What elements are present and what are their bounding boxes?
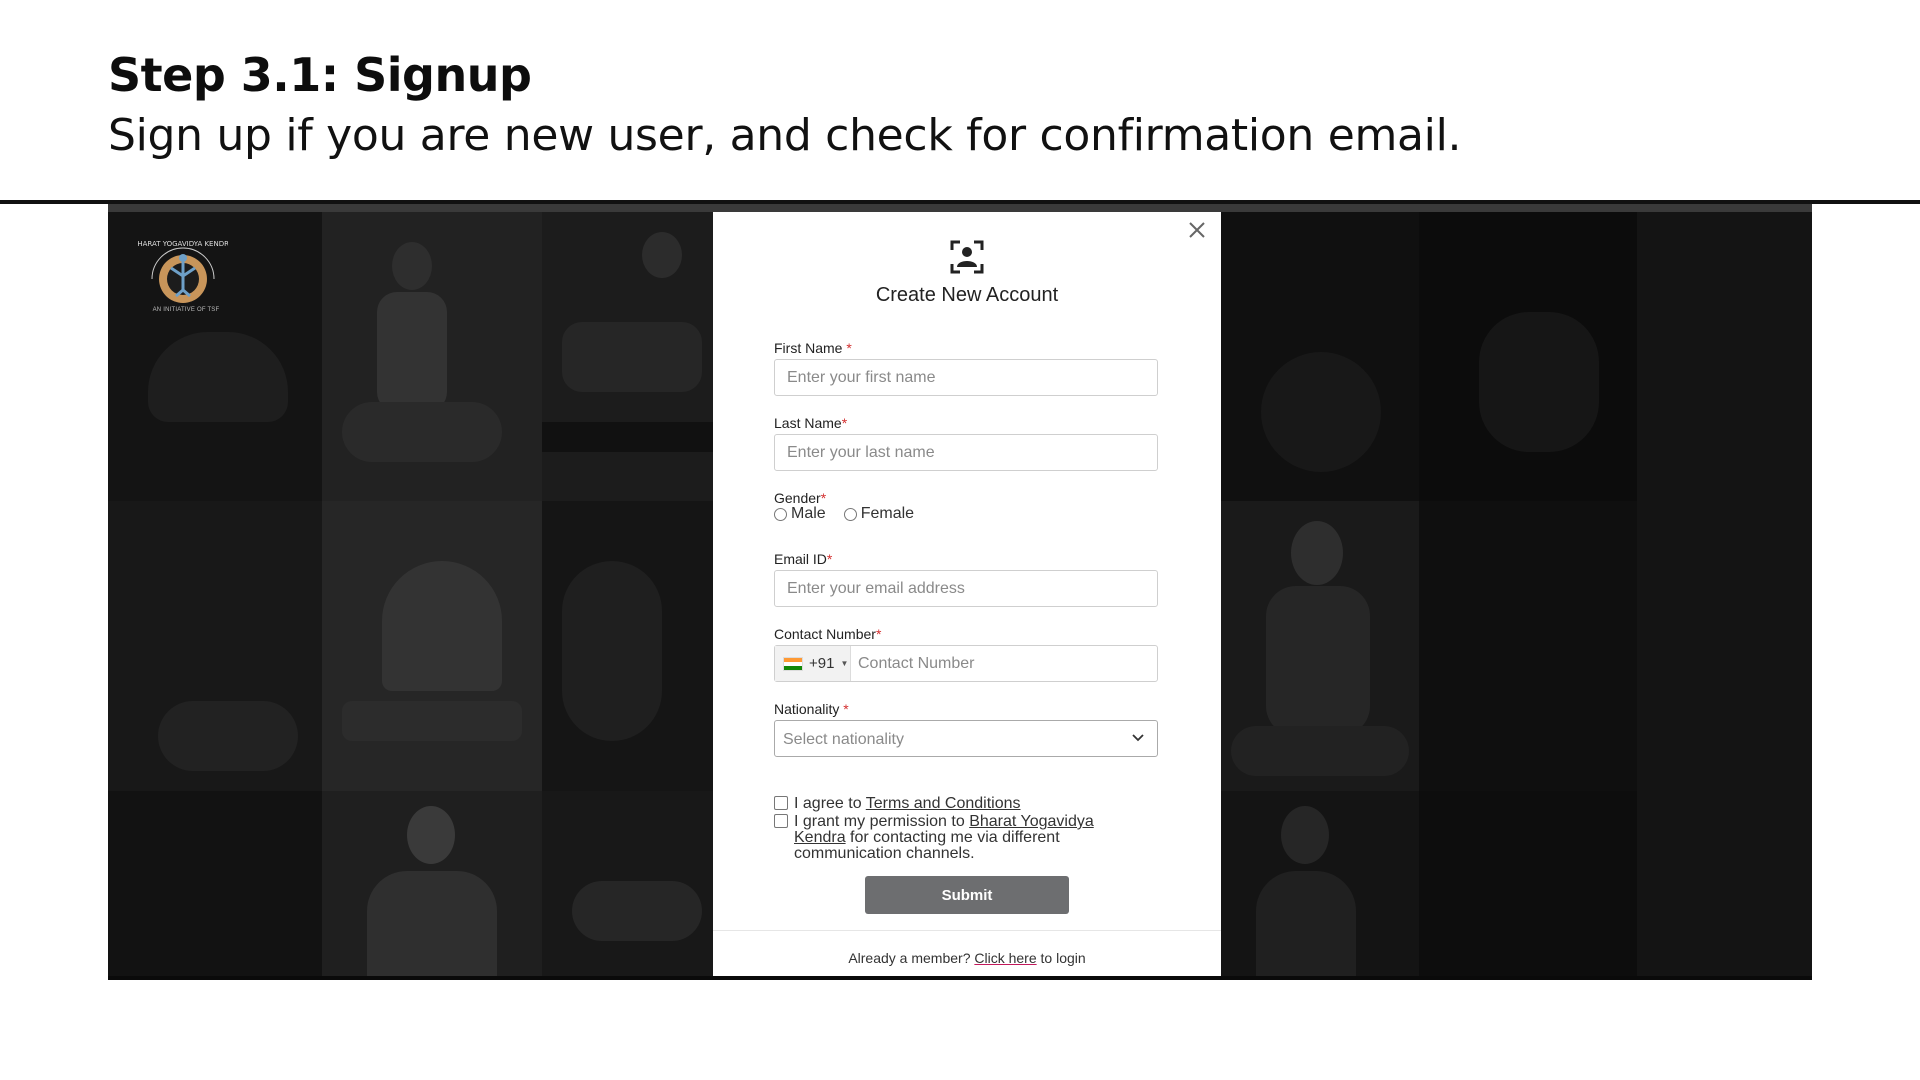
logo-text: BHARAT YOGAVIDYA KENDRA xyxy=(138,240,228,248)
nationality-select[interactable]: Select nationality xyxy=(774,720,1158,757)
female-radio[interactable] xyxy=(843,507,857,521)
background-photo-12 xyxy=(1221,501,1419,791)
male-radio[interactable] xyxy=(774,507,787,521)
background-photo-14 xyxy=(1221,791,1419,976)
permission-consent: I grant my permission to Bharat Yogavidy… xyxy=(774,814,1114,862)
background-photo-4 xyxy=(108,501,322,791)
terms-consent: I agree to Terms and Conditions xyxy=(774,796,1021,812)
caret-down-icon: ▼ xyxy=(840,659,849,668)
terms-checkbox[interactable] xyxy=(774,796,788,810)
country-code-selector[interactable]: +91 ▼ xyxy=(775,646,851,681)
background-photo-10 xyxy=(1221,212,1419,501)
last-name-field[interactable] xyxy=(774,434,1158,471)
first-name-input[interactable] xyxy=(775,360,1157,395)
email-label: Email ID* xyxy=(774,551,833,567)
background-photo-9 xyxy=(542,791,713,976)
contact-number-input[interactable] xyxy=(851,646,1157,681)
chevron-down-icon xyxy=(1132,734,1144,742)
contact-field: +91 ▼ xyxy=(774,645,1158,682)
background-photo-2 xyxy=(322,212,542,501)
last-name-input[interactable] xyxy=(775,435,1157,470)
last-name-label: Last Name* xyxy=(774,415,848,431)
background-photo-3 xyxy=(542,212,713,501)
first-name-label: First Name * xyxy=(774,340,852,356)
slide-subtitle: Sign up if you are new user, and check f… xyxy=(108,110,1462,161)
background-photo-6 xyxy=(542,501,713,791)
permission-checkbox[interactable] xyxy=(774,814,788,828)
login-link[interactable]: Click here xyxy=(974,950,1036,966)
background-photo-8 xyxy=(322,791,542,976)
country-code: +91 xyxy=(809,655,835,672)
submit-button[interactable]: Submit xyxy=(865,876,1069,914)
email-input[interactable] xyxy=(775,571,1157,606)
email-field[interactable] xyxy=(774,570,1158,607)
terms-link[interactable]: Terms and Conditions xyxy=(866,795,1021,812)
background-photo-15 xyxy=(1419,791,1637,976)
slide-title: Step 3.1: Signup xyxy=(108,48,532,102)
permission-prefix: I grant my permission to xyxy=(794,813,965,830)
nationality-label: Nationality * xyxy=(774,701,849,717)
top-bar xyxy=(108,204,1812,212)
modal-title: Create New Account xyxy=(875,284,1059,306)
login-prompt: Already a member? Click here to login xyxy=(713,950,1221,966)
bottom-bar xyxy=(108,976,1812,980)
terms-prefix: I agree to xyxy=(794,795,862,812)
login-prompt-prefix: Already a member? xyxy=(848,950,971,966)
background-right-panel xyxy=(1637,212,1812,976)
india-flag-icon xyxy=(783,656,803,671)
first-name-field[interactable] xyxy=(774,359,1158,396)
signup-screenshot: BHARAT YOGAVIDYA KENDRA AN INITIATIVE OF… xyxy=(108,204,1812,980)
gender-options: Male Female xyxy=(774,505,932,523)
gender-label: Gender* xyxy=(774,490,827,506)
logo-caption: AN INITIATIVE OF TSF xyxy=(152,307,220,313)
background-photo-5 xyxy=(322,501,542,791)
background-photo-7 xyxy=(108,791,322,976)
male-label[interactable]: Male xyxy=(791,505,826,523)
background-photo-11 xyxy=(1419,212,1637,501)
create-account-modal: Create New Account First Name * Last Nam… xyxy=(713,212,1221,980)
background-photo-13 xyxy=(1419,501,1637,791)
female-label[interactable]: Female xyxy=(861,505,914,523)
nationality-placeholder: Select nationality xyxy=(783,731,904,748)
login-prompt-suffix: to login xyxy=(1040,950,1086,966)
contact-label: Contact Number* xyxy=(774,626,882,642)
close-icon[interactable] xyxy=(1185,218,1209,242)
account-box-icon xyxy=(950,240,984,274)
modal-divider xyxy=(713,930,1221,931)
